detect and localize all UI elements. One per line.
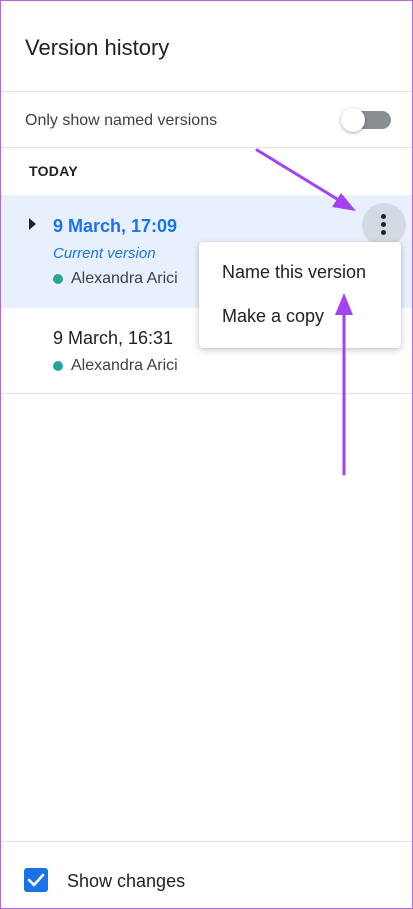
author-color-dot bbox=[53, 274, 63, 284]
more-actions-button[interactable] bbox=[362, 203, 406, 247]
panel-header: Version history bbox=[1, 1, 412, 92]
menu-item-name-this-version[interactable]: Name this version bbox=[199, 250, 401, 294]
version-timestamp: 9 March, 16:31 bbox=[53, 328, 174, 348]
show-changes-checkbox[interactable] bbox=[24, 868, 48, 892]
version-history-panel: Version history Only show named versions… bbox=[0, 0, 413, 909]
named-versions-toggle[interactable] bbox=[341, 108, 391, 132]
author-name: Alexandra Arici bbox=[71, 270, 178, 287]
section-label-today: TODAY bbox=[29, 163, 78, 179]
current-version-label: Current version bbox=[53, 245, 156, 262]
version-timestamp: 9 March, 17:09 bbox=[53, 216, 178, 236]
panel-footer: Show changes bbox=[1, 841, 412, 908]
named-versions-filter: Only show named versions bbox=[1, 92, 412, 148]
checkmark-icon bbox=[27, 873, 45, 887]
show-changes-label: Show changes bbox=[67, 871, 186, 891]
toggle-thumb bbox=[341, 108, 365, 132]
filter-label: Only show named versions bbox=[25, 112, 218, 129]
menu-item-make-a-copy[interactable]: Make a copy bbox=[199, 294, 401, 338]
panel-title: Version history bbox=[25, 35, 170, 60]
expand-arrow-icon[interactable] bbox=[29, 218, 36, 230]
version-actions-menu: Name this version Make a copy bbox=[199, 242, 401, 348]
author-name: Alexandra Arici bbox=[71, 357, 178, 374]
author-color-dot bbox=[53, 361, 63, 371]
